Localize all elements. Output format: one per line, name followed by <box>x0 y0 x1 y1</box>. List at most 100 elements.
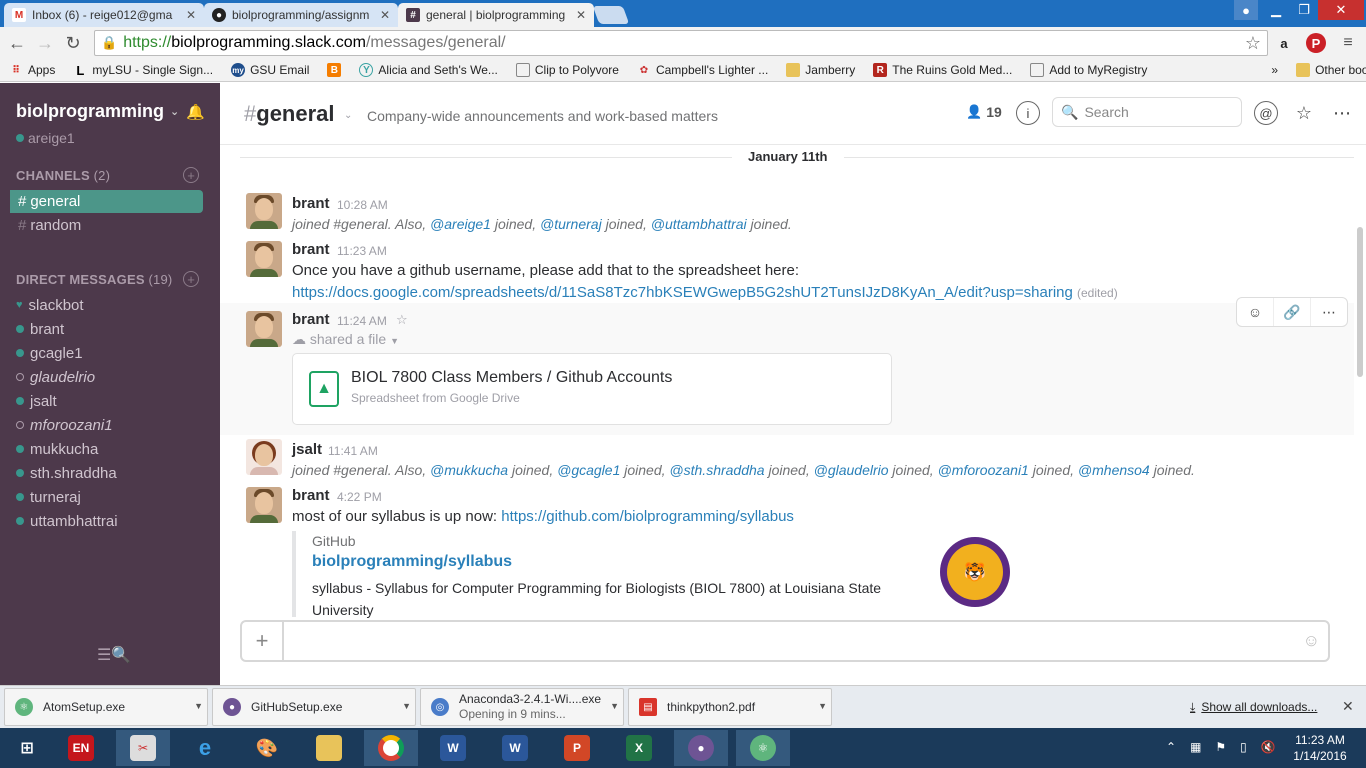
message-author[interactable]: brant <box>292 195 330 212</box>
bookmark-myregistry[interactable]: Add to MyRegistry <box>1021 63 1156 77</box>
internet-explorer-icon[interactable]: e <box>178 730 232 766</box>
user-icon[interactable]: ● <box>1234 0 1258 20</box>
sidebar-dm-uttambhattrai[interactable]: uttambhattrai <box>16 510 118 532</box>
avatar[interactable] <box>246 487 282 523</box>
sidebar-dm-jsalt[interactable]: jsalt <box>16 390 57 412</box>
message-time[interactable]: 10:28 AM <box>337 198 388 212</box>
bookmark-jamberry[interactable]: Jamberry <box>777 63 864 77</box>
minimize-button[interactable]: ▁ <box>1262 0 1290 20</box>
show-all-downloads-link[interactable]: ⤓ Show all downloads... <box>1190 700 1317 715</box>
sidebar-dm-slackbot[interactable]: ♥ slackbot <box>16 294 84 316</box>
bookmark-polyvore[interactable]: Clip to Polyvore <box>507 63 628 77</box>
sidebar-dm-gcagle1[interactable]: gcagle1 <box>16 342 83 364</box>
tab-gmail[interactable]: M Inbox (6) - reige012@gma ✕ <box>4 3 204 27</box>
file-title[interactable]: BIOL 7800 Class Members / Github Account… <box>351 369 672 387</box>
message-time[interactable]: 4:22 PM <box>337 490 382 504</box>
add-reaction-icon[interactable]: ☺ <box>1237 298 1274 326</box>
channels-header[interactable]: CHANNELS (2) <box>16 168 110 183</box>
chevron-down-icon[interactable]: ▼ <box>818 701 827 711</box>
chevron-down-icon[interactable]: ▼ <box>610 701 619 711</box>
message-scrollbar[interactable] <box>1354 145 1366 621</box>
flag-icon[interactable]: ⚑ <box>1215 740 1226 754</box>
atom-icon[interactable]: ⚛ <box>736 730 790 766</box>
amazon-icon[interactable]: a <box>1274 33 1294 53</box>
star-icon[interactable]: ☆ <box>1292 101 1316 125</box>
sidebar-dm-mukkucha[interactable]: mukkucha <box>16 438 98 460</box>
more-icon[interactable]: ⋯ <box>1330 101 1354 125</box>
spreadsheet-link[interactable]: https://docs.google.com/spreadsheets/d/1… <box>292 284 1073 301</box>
maximize-button[interactable]: ❐ <box>1290 0 1318 20</box>
sidebar-dm-mforoozani1[interactable]: mforoozani1 <box>16 414 113 436</box>
emoji-icon[interactable]: ☺ <box>1303 631 1320 651</box>
preview-title[interactable]: biolprogramming/syllabus <box>312 553 512 571</box>
shared-file-label[interactable]: ☁ shared a file ▼ <box>292 331 399 348</box>
mentions-icon[interactable]: @ <box>1254 101 1278 125</box>
sidebar-channel-random[interactable]: # random <box>10 214 203 237</box>
message-author[interactable]: brant <box>292 241 330 258</box>
download-item[interactable]: ◎ Anaconda3-2.4.1-Wi....exe Opening in 9… <box>420 688 624 726</box>
sidebar-dm-sth-shraddha[interactable]: sth.shraddha <box>16 462 117 484</box>
chevron-up-icon[interactable]: ⌃ <box>1166 740 1176 754</box>
download-item[interactable]: ⚛ AtomSetup.exe ▼ <box>4 688 208 726</box>
add-channel-icon[interactable]: + <box>183 167 199 183</box>
download-item[interactable]: ▤ thinkpython2.pdf ▼ <box>628 688 832 726</box>
add-dm-icon[interactable]: + <box>183 271 199 287</box>
star-icon[interactable]: ☆ <box>396 312 408 328</box>
battery-icon[interactable]: ▯ <box>1240 740 1247 754</box>
network-icon[interactable]: ▦ <box>1190 740 1201 754</box>
close-window-button[interactable]: ✕ <box>1318 0 1364 20</box>
team-menu[interactable]: biolprogramming ⌄ <box>16 101 179 122</box>
chevron-down-icon[interactable]: ▼ <box>194 701 203 711</box>
close-icon[interactable]: ✕ <box>380 8 390 22</box>
info-icon[interactable]: i <box>1016 101 1040 125</box>
excel-icon[interactable]: X <box>612 730 666 766</box>
back-button[interactable]: ← <box>6 32 28 54</box>
forward-button[interactable]: → <box>34 32 56 54</box>
sidebar-dm-turneraj[interactable]: turneraj <box>16 486 81 508</box>
new-tab-button[interactable] <box>592 6 630 24</box>
file-explorer-icon[interactable] <box>302 730 356 766</box>
tab-github[interactable]: ● biolprogramming/assignm ✕ <box>204 3 398 27</box>
paint-icon[interactable]: 🎨 <box>240 730 294 766</box>
windows-start-icon[interactable]: ⊞ <box>0 730 54 766</box>
message-author[interactable]: brant <box>292 311 330 328</box>
member-count-button[interactable]: 👤 19 <box>966 104 1002 120</box>
close-icon[interactable]: ✕ <box>186 8 196 22</box>
message-time[interactable]: 11:24 AM <box>337 314 387 328</box>
tab-slack[interactable]: # general | biolprogramming ✕ <box>398 3 594 27</box>
github-desktop-icon[interactable]: ● <box>674 730 728 766</box>
search-input[interactable]: 🔍 Search <box>1052 97 1242 127</box>
attach-plus-button[interactable]: + <box>242 622 284 660</box>
chrome-icon[interactable] <box>364 730 418 766</box>
taskbar-app-icon[interactable]: EN <box>54 730 108 766</box>
bookmark-blogger[interactable]: B <box>318 63 350 77</box>
bookmark-wedding[interactable]: Y Alicia and Seth's We... <box>350 63 506 77</box>
message-author[interactable]: brant <box>292 487 330 504</box>
download-item[interactable]: ● GitHubSetup.exe ▼ <box>212 688 416 726</box>
url-bar[interactable]: 🔒 https://biolprogramming.slack.com/mess… <box>94 30 1268 56</box>
github-link[interactable]: https://github.com/biolprogramming/sylla… <box>501 508 794 525</box>
channel-title[interactable]: #general <box>244 101 335 127</box>
avatar[interactable] <box>246 439 282 475</box>
direct-messages-header[interactable]: DIRECT MESSAGES (19) <box>16 272 172 287</box>
reload-button[interactable]: ↻ <box>62 32 84 54</box>
file-card[interactable]: ▲ BIOL 7800 Class Members / Github Accou… <box>292 353 892 425</box>
close-icon[interactable]: ✕ <box>576 8 586 22</box>
link-icon[interactable]: 🔗 <box>1274 298 1311 326</box>
taskbar-app-icon[interactable]: ✂ <box>116 730 170 766</box>
bookmark-star-icon[interactable]: ☆ <box>1245 33 1261 54</box>
close-icon[interactable]: ✕ <box>1342 698 1354 715</box>
sidebar-dm-brant[interactable]: brant <box>16 318 64 340</box>
message-time[interactable]: 11:23 AM <box>337 244 387 258</box>
bookmarks-overflow[interactable]: » <box>1262 63 1287 77</box>
chevron-down-icon[interactable]: ▼ <box>402 701 411 711</box>
message-time[interactable]: 11:41 AM <box>328 444 378 458</box>
bookmark-other[interactable]: Other bookmarks <box>1287 63 1366 77</box>
sidebar-channel-general[interactable]: # general <box>10 190 203 213</box>
menu-icon[interactable]: ≡ <box>1338 33 1358 53</box>
volume-icon[interactable]: 🔇 <box>1261 740 1276 754</box>
quick-switcher-icon[interactable]: ☰🔍 <box>97 645 131 665</box>
chevron-down-icon[interactable]: ⌄ <box>344 110 352 121</box>
bookmark-ruins[interactable]: R The Ruins Gold Med... <box>864 63 1021 77</box>
avatar[interactable] <box>246 241 282 277</box>
